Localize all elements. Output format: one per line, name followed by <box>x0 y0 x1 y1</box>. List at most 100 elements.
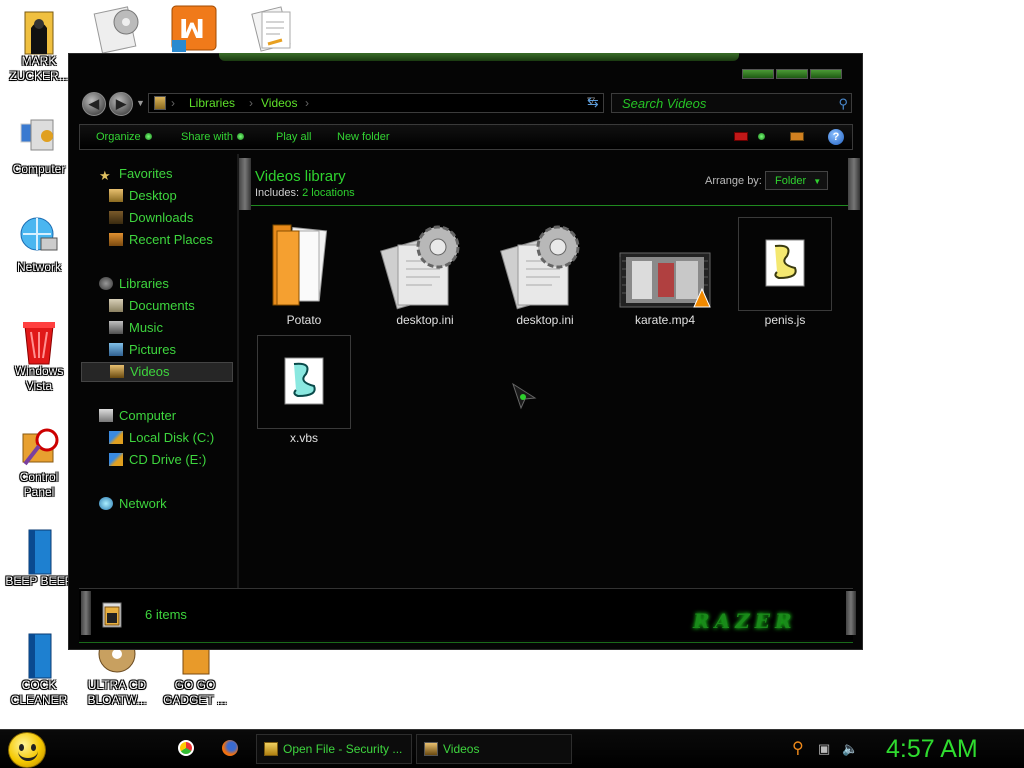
forward-button[interactable]: ▶ <box>109 92 133 116</box>
nav-label: CD Drive (E:) <box>129 452 207 467</box>
cursor-icon <box>511 382 537 410</box>
help-button[interactable]: ? <box>828 129 844 145</box>
nav-label: Desktop <box>129 188 177 203</box>
chevron-right-icon[interactable]: › <box>171 96 175 110</box>
network-tray-icon[interactable]: ▣ <box>818 741 830 757</box>
desktop-icon-ultra-cd[interactable]: ULTRA CD BLOATW... <box>82 635 152 708</box>
status-decoration <box>81 591 91 635</box>
preview-pane-icon[interactable] <box>790 132 804 141</box>
desktop-icon-cock-cleaner[interactable]: COCK CLEANER <box>4 632 74 708</box>
nav-label: Local Disk (C:) <box>129 430 215 445</box>
close-button[interactable] <box>810 69 842 79</box>
nav-music[interactable]: Music <box>109 320 163 335</box>
file-item-penis-js[interactable]: penis.js <box>735 217 835 327</box>
file-item-desktop-ini[interactable]: desktop.ini <box>495 217 595 327</box>
nav-libraries[interactable]: Libraries <box>99 276 169 291</box>
status-accent-line <box>79 642 853 643</box>
dropdown-dot-icon[interactable] <box>758 133 765 140</box>
nav-videos[interactable]: Videos <box>81 362 233 382</box>
file-item-desktop-ini[interactable]: desktop.ini <box>375 217 475 327</box>
maximize-button[interactable] <box>776 69 808 79</box>
downloads-icon <box>109 211 123 224</box>
nav-favorites[interactable]: ★ Favorites <box>99 166 173 183</box>
share-with-label: Share with <box>181 131 233 143</box>
chevron-right-icon[interactable]: › <box>305 96 309 110</box>
view-options-icon[interactable] <box>734 132 748 141</box>
nav-label: Computer <box>119 408 177 423</box>
new-folder-button[interactable]: New folder <box>337 131 390 143</box>
file-item-x-vbs[interactable]: x.vbs <box>254 335 354 445</box>
pane-splitter[interactable] <box>237 154 239 588</box>
task-label: Videos <box>443 742 480 756</box>
search-icon[interactable]: ⚲ <box>838 96 848 112</box>
breadcrumb-videos[interactable]: Videos <box>261 96 297 110</box>
clock[interactable]: 4:57 AM <box>886 735 978 764</box>
nav-local-disk[interactable]: Local Disk (C:) <box>109 430 214 445</box>
nav-label: Network <box>119 496 167 511</box>
library-includes: Includes: 2 locations <box>255 187 355 199</box>
smiley-eyes <box>19 744 37 751</box>
chrome-icon[interactable] <box>178 740 194 756</box>
control-panel-icon <box>17 424 61 468</box>
nav-network[interactable]: Network <box>99 496 167 511</box>
desktop-icon-label: Control Panel <box>19 470 59 499</box>
navigation-pane: ★ Favorites Desktop Downloads Recent Plac… <box>79 154 237 590</box>
back-button[interactable]: ◀ <box>82 92 106 116</box>
desktop-icon-beep-beep[interactable]: BEEP BEEP <box>4 528 74 589</box>
desktop-icon-mark-zucker[interactable]: MARK ZUCKER... <box>4 8 74 84</box>
documents-icon <box>109 299 123 312</box>
search-icon[interactable]: ⚲ <box>792 738 804 758</box>
task-label: Open File - Security ... <box>283 742 403 756</box>
desktop-icon-go-go-gadget[interactable]: GO GO GADGET ... <box>160 639 230 708</box>
nav-pictures[interactable]: Pictures <box>109 342 176 357</box>
refresh-icon[interactable]: ⇆ <box>587 94 599 111</box>
videos-icon <box>424 742 438 756</box>
file-item-karate-mp4[interactable]: karate.mp4 <box>615 217 715 327</box>
recycle-bin-icon <box>17 318 61 365</box>
nav-recent-places[interactable]: Recent Places <box>109 232 213 247</box>
file-item-potato[interactable]: Potato <box>254 217 354 327</box>
minimize-button[interactable] <box>742 69 774 79</box>
arrange-by-dropdown[interactable]: Folder ▼ <box>765 171 828 190</box>
cd-drive-icon <box>109 453 123 466</box>
firefox-icon[interactable] <box>222 740 238 756</box>
xampp-icon[interactable]: ꟽ <box>170 4 226 54</box>
search-box[interactable]: ⚲ <box>611 93 852 113</box>
item-count: 6 items <box>145 607 187 622</box>
file-name: desktop.ini <box>396 313 454 327</box>
organize-button[interactable]: Organize <box>96 131 152 143</box>
command-bar: Organize Share with Play all New folder … <box>79 124 853 150</box>
task-open-file-security[interactable]: Open File - Security ... <box>256 734 412 764</box>
nav-documents[interactable]: Documents <box>109 298 195 313</box>
nav-downloads[interactable]: Downloads <box>109 210 193 225</box>
window-controls[interactable] <box>742 69 842 79</box>
desktop-icon-network[interactable]: Network <box>4 214 74 275</box>
settings-file-icon <box>498 217 592 311</box>
taskbar: Open File - Security ... Videos ⚲ ▣ 🔈 4:… <box>0 729 1024 768</box>
settings-file-icon[interactable] <box>92 4 148 54</box>
desktop-icon-computer[interactable]: Computer <box>4 116 74 177</box>
nav-computer[interactable]: Computer <box>99 408 176 423</box>
desktop-icon-control-panel[interactable]: Control Panel <box>4 424 74 500</box>
volume-icon[interactable]: 🔈 <box>842 741 858 757</box>
nav-cd-drive[interactable]: CD Drive (E:) <box>109 452 206 467</box>
share-with-button[interactable]: Share with <box>181 131 244 143</box>
task-videos[interactable]: Videos <box>416 734 572 764</box>
chevron-right-icon[interactable]: › <box>249 96 253 110</box>
locations-link[interactable]: 2 locations <box>302 187 355 199</box>
desktop-icon-windows-vista[interactable]: Windows Vista <box>4 318 74 394</box>
search-input[interactable] <box>612 94 851 112</box>
razer-logo: RAZER <box>693 609 797 633</box>
computer-icon <box>17 116 61 160</box>
start-button[interactable] <box>8 732 46 768</box>
breadcrumb-libraries[interactable]: Libraries <box>189 96 235 110</box>
nav-label: Favorites <box>119 166 173 181</box>
document-icon[interactable] <box>248 4 304 54</box>
status-bar: 6 items RAZER <box>79 588 856 643</box>
nav-desktop[interactable]: Desktop <box>109 188 177 203</box>
music-icon <box>109 321 123 334</box>
recent-pages-dropdown[interactable]: ▼ <box>136 98 145 108</box>
videos-library-icon <box>101 601 125 629</box>
play-all-button[interactable]: Play all <box>276 131 311 143</box>
address-bar[interactable]: › Libraries › Videos › ▽ <box>148 93 604 113</box>
